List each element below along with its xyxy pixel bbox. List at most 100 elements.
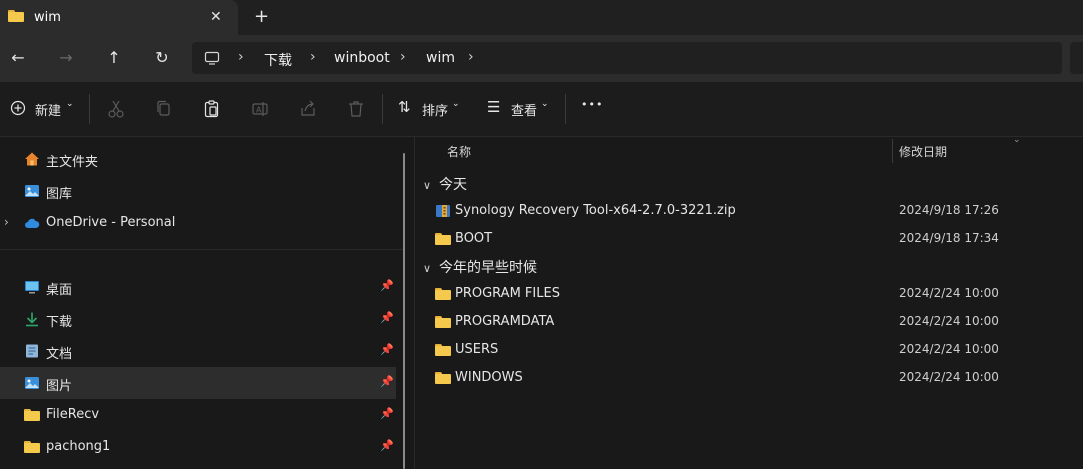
search-box[interactable] (1070, 42, 1083, 74)
group-header-today[interactable]: ∨ 今天 (423, 174, 467, 194)
folder-icon (435, 316, 451, 328)
chevron-right-icon[interactable]: › (400, 49, 406, 65)
sidebar-item-label: FileRecv (46, 407, 100, 422)
paste-icon[interactable] (203, 97, 221, 121)
breadcrumb-wim[interactable]: wim (426, 50, 455, 66)
folder-icon (435, 372, 451, 384)
refresh-button[interactable]: ↻ (150, 47, 174, 71)
sidebar-item-desktop[interactable]: 桌面 📌 (0, 271, 396, 303)
list-item[interactable]: Synology Recovery Tool-x64-2.7.0-3221.zi… (435, 198, 1075, 224)
pin-icon[interactable]: 📌 (380, 375, 394, 388)
back-button[interactable]: ← (6, 47, 30, 71)
view-button[interactable]: ☰ 查看 ⌄ (487, 97, 553, 121)
share-icon[interactable] (299, 97, 317, 121)
list-item[interactable]: BOOT 2024/9/18 17:34 (435, 226, 1075, 252)
sidebar-scrollbar[interactable] (403, 153, 405, 469)
pin-icon[interactable]: 📌 (380, 439, 394, 452)
sidebar-item-pictures[interactable]: 图片 📌 (0, 367, 396, 399)
forward-button[interactable]: → (54, 47, 78, 71)
sidebar-item-label: 主文件夹 (46, 155, 99, 170)
navigation-bar: ← → ↑ ↻ › 下载 › winboot › wim › (0, 35, 1083, 82)
up-button[interactable]: ↑ (102, 47, 126, 71)
folder-icon (24, 441, 40, 453)
zip-icon (436, 205, 450, 217)
sidebar-item-label: 图库 (46, 187, 73, 202)
rename-icon[interactable]: A (251, 97, 269, 121)
pin-icon[interactable]: 📌 (380, 407, 394, 420)
chevron-right-icon[interactable]: › (468, 49, 474, 65)
pin-icon[interactable]: 📌 (380, 279, 394, 292)
tab-wim[interactable]: wim ✕ (0, 0, 238, 35)
chevron-right-icon[interactable]: › (4, 215, 9, 229)
file-name: BOOT (455, 231, 493, 246)
close-tab-icon[interactable]: ✕ (210, 9, 222, 25)
navigation-pane: 主文件夹 图库 › OneDrive - Personal 桌面 📌 下载 📌 … (0, 137, 404, 469)
sort-chevron-icon[interactable]: ⌄ (1013, 135, 1021, 145)
address-bar[interactable]: › 下载 › winboot › wim › (192, 42, 1062, 74)
group-label: 今天 (439, 177, 467, 193)
sort-label: 排序 (422, 104, 449, 119)
copy-icon[interactable] (155, 97, 173, 121)
breadcrumb-downloads[interactable]: 下载 (264, 50, 292, 70)
chevron-down-icon: ⌄ (541, 99, 549, 109)
sidebar-item-documents[interactable]: 文档 📌 (0, 335, 396, 367)
delete-icon[interactable] (347, 97, 365, 121)
file-name: Synology Recovery Tool-x64-2.7.0-3221.zi… (455, 203, 736, 218)
group-header-earlier-this-year[interactable]: ∨ 今年的早些时候 (423, 257, 537, 277)
toolbar-divider (565, 94, 566, 124)
column-separator[interactable] (892, 139, 893, 163)
pin-icon[interactable]: 📌 (380, 311, 394, 324)
sidebar-item-gallery[interactable]: 图库 (0, 175, 396, 207)
column-header-name[interactable]: 名称 (447, 143, 471, 160)
this-pc-icon[interactable] (204, 50, 220, 66)
list-item[interactable]: PROGRAMDATA 2024/2/24 10:00 (435, 309, 1075, 335)
sidebar-item-filerecv[interactable]: FileRecv 📌 (0, 399, 396, 431)
list-item[interactable]: USERS 2024/2/24 10:00 (435, 337, 1075, 363)
cut-icon[interactable] (107, 97, 125, 121)
sidebar-item-label: 图片 (46, 379, 73, 394)
list-item[interactable]: PROGRAM FILES 2024/2/24 10:00 (435, 281, 1075, 307)
download-icon (26, 312, 38, 327)
cloud-icon (25, 218, 40, 228)
file-date: 2024/2/24 10:00 (899, 286, 999, 300)
gallery-icon (25, 185, 39, 197)
file-name: WINDOWS (455, 370, 523, 385)
file-date: 2024/2/24 10:00 (899, 370, 999, 384)
desktop-icon (25, 281, 39, 294)
document-icon (26, 344, 38, 358)
file-list: 名称 修改日期 ⌄ ∨ 今天 Synology Recovery Tool-x64… (415, 135, 1083, 469)
new-tab-button[interactable]: + (254, 6, 269, 27)
chevron-right-icon[interactable]: › (310, 49, 316, 65)
sidebar-item-pachong1[interactable]: pachong1 📌 (0, 431, 396, 463)
toolbar-divider (382, 94, 383, 124)
tab-title: wim (34, 10, 61, 25)
view-label: 查看 (511, 104, 538, 119)
sidebar-item-label: 文档 (46, 347, 73, 362)
new-label: 新建 (35, 104, 62, 119)
breadcrumb-winboot[interactable]: winboot (334, 50, 390, 66)
sidebar-item-onedrive[interactable]: › OneDrive - Personal (0, 207, 396, 239)
more-options-button[interactable]: ••• (581, 98, 603, 122)
column-header-modified[interactable]: 修改日期 (899, 143, 947, 160)
folder-icon (435, 344, 451, 356)
toolbar-divider (89, 94, 90, 124)
sidebar-item-label: pachong1 (46, 439, 111, 454)
pin-icon[interactable]: 📌 (380, 343, 394, 356)
chevron-right-icon[interactable]: › (238, 49, 244, 65)
file-date: 2024/9/18 17:34 (899, 231, 999, 245)
file-name: USERS (455, 342, 499, 357)
sort-button[interactable]: ⇅ 排序 ⌄ (398, 97, 462, 121)
chevron-down-icon: ⌄ (66, 99, 74, 109)
chevron-down-icon: ∨ (423, 179, 432, 192)
view-list-icon: ☰ (487, 98, 501, 116)
sidebar-item-downloads[interactable]: 下载 📌 (0, 303, 396, 335)
plus-circle-icon (10, 100, 26, 116)
folder-icon (8, 10, 24, 22)
command-bar: 新建 ⌄ A ⇅ 排序 ⌄ ☰ 查看 ⌄ ••• (0, 82, 1083, 137)
sidebar-item-home[interactable]: 主文件夹 (0, 143, 396, 175)
list-item[interactable]: WINDOWS 2024/2/24 10:00 (435, 365, 1075, 391)
chevron-down-icon: ∨ (423, 262, 432, 275)
new-button[interactable]: 新建 ⌄ (10, 97, 76, 121)
sidebar-item-label: 桌面 (46, 283, 73, 298)
group-label: 今年的早些时候 (439, 260, 537, 276)
